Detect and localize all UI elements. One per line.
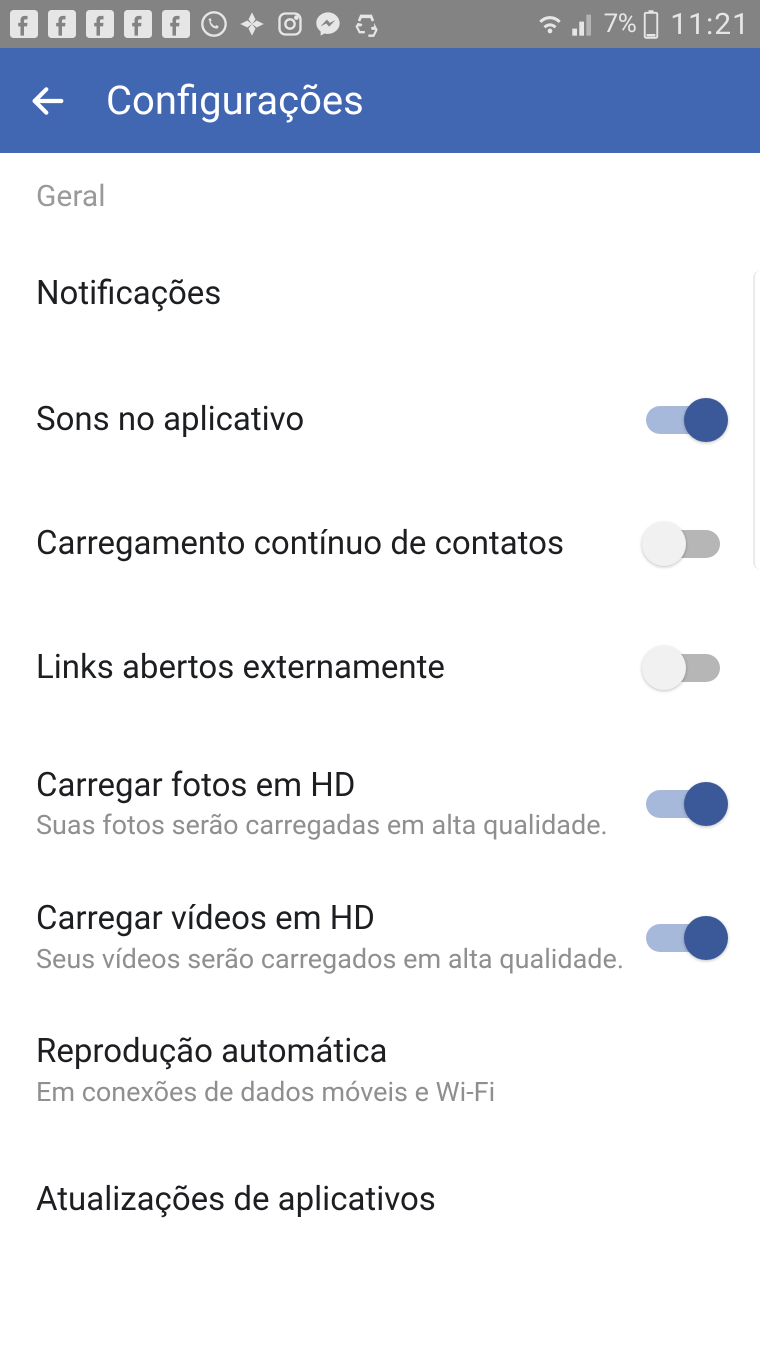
setting-app-updates[interactable]: Atualizações de aplicativos <box>0 1138 760 1260</box>
toggle-contacts-upload[interactable] <box>646 522 724 566</box>
battery-percent: 7% <box>604 9 637 39</box>
facebook-icon <box>86 10 114 38</box>
setting-contacts-upload[interactable]: Carregamento contínuo de contatos <box>0 482 760 606</box>
setting-title: Atualizações de aplicativos <box>36 1180 704 1220</box>
recycle-icon <box>352 10 380 38</box>
signal-icon <box>570 10 598 38</box>
setting-photos-hd[interactable]: Carregar fotos em HD Suas fotos serão ca… <box>0 730 760 871</box>
setting-title: Links abertos externamente <box>36 648 626 688</box>
page-title: Configurações <box>106 77 364 124</box>
setting-notifications[interactable]: Notificações <box>0 214 760 358</box>
messenger-icon <box>314 10 342 38</box>
setting-videos-hd[interactable]: Carregar vídeos em HD Seus vídeos serão … <box>0 871 760 1004</box>
edge-panel-hint <box>753 270 760 570</box>
setting-title: Carregamento contínuo de contatos <box>36 524 626 564</box>
setting-title: Carregar vídeos em HD <box>36 899 626 939</box>
setting-external-links[interactable]: Links abertos externamente <box>0 606 760 730</box>
status-left-icons <box>10 10 380 38</box>
setting-subtitle: Seus vídeos serão carregados em alta qua… <box>36 943 626 977</box>
setting-subtitle: Suas fotos serão carregadas em alta qual… <box>36 809 626 843</box>
toggle-sounds[interactable] <box>646 398 724 442</box>
facebook-icon <box>162 10 190 38</box>
facebook-icon <box>124 10 152 38</box>
settings-list: Notificações Sons no aplicativo Carregam… <box>0 214 760 1259</box>
setting-subtitle: Em conexões de dados móveis e Wi-Fi <box>36 1076 704 1110</box>
instagram-icon <box>276 10 304 38</box>
toggle-videos-hd[interactable] <box>646 916 724 960</box>
whatsapp-icon <box>200 10 228 38</box>
toggle-photos-hd[interactable] <box>646 782 724 826</box>
setting-title: Notificações <box>36 274 704 314</box>
setting-sounds[interactable]: Sons no aplicativo <box>0 358 760 482</box>
setting-autoplay[interactable]: Reprodução automática Em conexões de dad… <box>0 1004 760 1137</box>
back-arrow-icon[interactable] <box>28 81 68 121</box>
status-right: 7% 11:21 <box>536 7 750 42</box>
wifi-icon <box>536 10 564 38</box>
toggle-external-links[interactable] <box>646 646 724 690</box>
photos-icon <box>238 10 266 38</box>
facebook-icon <box>10 10 38 38</box>
app-bar: Configurações <box>0 48 760 153</box>
facebook-icon <box>48 10 76 38</box>
section-header-geral: Geral <box>0 153 760 214</box>
clock: 11:21 <box>666 7 750 42</box>
setting-title: Reprodução automática <box>36 1032 704 1072</box>
setting-title: Sons no aplicativo <box>36 400 626 440</box>
setting-title: Carregar fotos em HD <box>36 766 626 806</box>
status-bar: 7% 11:21 <box>0 0 760 48</box>
battery-icon <box>642 9 660 39</box>
